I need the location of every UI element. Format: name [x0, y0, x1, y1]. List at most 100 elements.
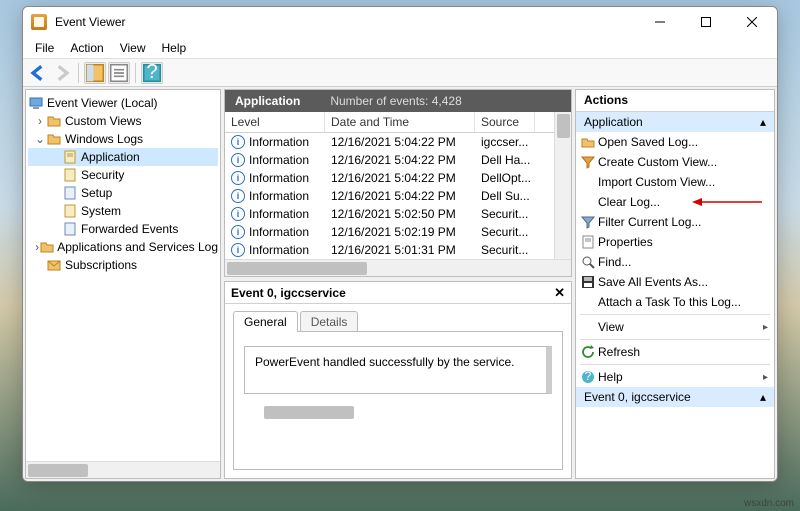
folder-icon	[46, 113, 62, 129]
action-view-submenu[interactable]: View ▸	[576, 317, 774, 337]
tree-windows-logs[interactable]: ⌄ Windows Logs	[28, 130, 218, 148]
event-row[interactable]: iInformation12/16/2021 5:02:50 PMSecurit…	[225, 205, 554, 223]
grid-scrollbar-h[interactable]	[225, 259, 571, 276]
action-import-custom-view[interactable]: Import Custom View...	[576, 172, 774, 192]
toolbar: ?	[23, 59, 777, 87]
action-attach-task[interactable]: Attach a Task To this Log...	[576, 292, 774, 312]
menu-action[interactable]: Action	[62, 39, 111, 57]
event-message: PowerEvent handled successfully by the s…	[244, 346, 552, 394]
tab-general-body: PowerEvent handled successfully by the s…	[233, 331, 563, 470]
menu-help[interactable]: Help	[154, 39, 195, 57]
properties-button[interactable]	[108, 62, 130, 84]
separator	[580, 339, 770, 340]
annotation-arrow	[692, 197, 762, 207]
event-message-text: PowerEvent handled successfully by the s…	[255, 355, 514, 369]
minimize-button[interactable]	[637, 7, 683, 37]
event-row[interactable]: iInformation12/16/2021 5:02:19 PMSecurit…	[225, 223, 554, 241]
log-icon	[62, 185, 78, 201]
tree-setup[interactable]: Setup	[28, 184, 218, 202]
action-create-custom-view[interactable]: Create Custom View...	[576, 152, 774, 172]
action-label: Save All Events As...	[598, 275, 708, 289]
events-count: Number of events: 4,428	[330, 94, 461, 108]
close-button[interactable]	[729, 7, 775, 37]
tree-label: Windows Logs	[65, 132, 143, 146]
event-row[interactable]: iInformation12/16/2021 5:04:22 PMigccser…	[225, 133, 554, 151]
col-source[interactable]: Source	[475, 112, 535, 132]
nav-tree[interactable]: Event Viewer (Local) › Custom Views ⌄ Wi…	[26, 90, 220, 461]
detail-pane: Event 0, igccservice ✕ General Details P…	[224, 281, 572, 479]
menu-view[interactable]: View	[112, 39, 154, 57]
maximize-button[interactable]	[683, 7, 729, 37]
tree-scrollbar-h[interactable]	[26, 461, 220, 478]
detail-close-button[interactable]: ✕	[554, 285, 565, 301]
information-icon: i	[231, 135, 245, 149]
actions-list: Application ▴ Open Saved Log... Create C…	[576, 112, 774, 478]
main-body: Event Viewer (Local) › Custom Views ⌄ Wi…	[23, 87, 777, 481]
tree-root[interactable]: Event Viewer (Local)	[28, 94, 218, 112]
tree-subscriptions[interactable]: Subscriptions	[28, 256, 218, 274]
tree-security[interactable]: Security	[28, 166, 218, 184]
events-grid[interactable]: LevelDate and TimeSourceiInformation12/1…	[225, 112, 554, 259]
expand-icon[interactable]: ›	[34, 114, 46, 128]
tree-label: Application	[81, 150, 140, 164]
event-row[interactable]: iInformation12/16/2021 5:04:22 PMDell Su…	[225, 187, 554, 205]
action-filter-log[interactable]: Filter Current Log...	[576, 212, 774, 232]
grid-scrollbar-v[interactable]	[554, 112, 571, 259]
nav-back-button[interactable]	[27, 62, 49, 84]
collapse-icon[interactable]: ⌄	[34, 132, 46, 146]
cell-source: Dell Su...	[475, 187, 535, 205]
filter-new-icon	[580, 154, 596, 170]
col-level[interactable]: Level	[225, 112, 325, 132]
action-properties[interactable]: Properties	[576, 232, 774, 252]
cell-datetime: 12/16/2021 5:02:50 PM	[325, 205, 475, 223]
information-icon: i	[231, 153, 245, 167]
grid-header[interactable]: LevelDate and TimeSource	[225, 112, 554, 133]
action-find[interactable]: Find...	[576, 252, 774, 272]
event-row[interactable]: iInformation12/16/2021 5:04:22 PMDellOpt…	[225, 169, 554, 187]
show-tree-button[interactable]	[84, 62, 106, 84]
detail-scrollbar-h[interactable]	[244, 404, 552, 421]
action-save-all-events[interactable]: Save All Events As...	[576, 272, 774, 292]
tab-general[interactable]: General	[233, 311, 298, 332]
actions-pane: Actions Application ▴ Open Saved Log... …	[575, 89, 775, 479]
action-clear-log[interactable]: Clear Log...	[576, 192, 774, 212]
actions-section-event[interactable]: Event 0, igccservice ▴	[576, 387, 774, 407]
action-label: Clear Log...	[598, 195, 660, 209]
action-open-saved-log[interactable]: Open Saved Log...	[576, 132, 774, 152]
tree-system[interactable]: System	[28, 202, 218, 220]
action-refresh[interactable]: Refresh	[576, 342, 774, 362]
titlebar[interactable]: Event Viewer	[23, 7, 777, 37]
tab-details[interactable]: Details	[300, 311, 359, 332]
help-icon: ?	[580, 369, 596, 385]
events-header: Application Number of events: 4,428	[225, 90, 571, 112]
app-icon	[31, 14, 47, 30]
collapse-icon[interactable]: ▴	[760, 115, 766, 129]
information-icon: i	[231, 225, 245, 239]
actions-section-application[interactable]: Application ▴	[576, 112, 774, 132]
separator	[580, 364, 770, 365]
tree-custom-views[interactable]: › Custom Views	[28, 112, 218, 130]
action-help-submenu[interactable]: ? Help ▸	[576, 367, 774, 387]
action-label: View	[598, 320, 624, 334]
chevron-right-icon: ▸	[763, 372, 768, 383]
event-row[interactable]: iInformation12/16/2021 5:01:31 PMSecurit…	[225, 241, 554, 259]
cell-source: DellOpt...	[475, 169, 535, 187]
detail-tabs: General Details	[225, 304, 571, 331]
cell-level: iInformation	[225, 133, 325, 151]
event-row[interactable]: iInformation12/16/2021 5:04:22 PMDell Ha…	[225, 151, 554, 169]
tree-label: Event Viewer (Local)	[47, 96, 158, 110]
tree-apps-services[interactable]: › Applications and Services Log	[28, 238, 218, 256]
tree-forwarded[interactable]: Forwarded Events	[28, 220, 218, 238]
collapse-icon[interactable]: ▴	[760, 390, 766, 404]
col-datetime[interactable]: Date and Time	[325, 112, 475, 132]
events-log-name: Application	[235, 94, 300, 108]
tree-label: Security	[81, 168, 124, 182]
action-label: Import Custom View...	[598, 175, 715, 189]
event-viewer-window: Event Viewer File Action View Help ? Eve…	[22, 6, 778, 482]
tree-application[interactable]: Application	[28, 148, 218, 166]
menu-file[interactable]: File	[27, 39, 62, 57]
log-icon	[62, 221, 78, 237]
help-button[interactable]: ?	[141, 62, 163, 84]
svg-text:?: ?	[585, 370, 592, 383]
computer-icon	[28, 95, 44, 111]
